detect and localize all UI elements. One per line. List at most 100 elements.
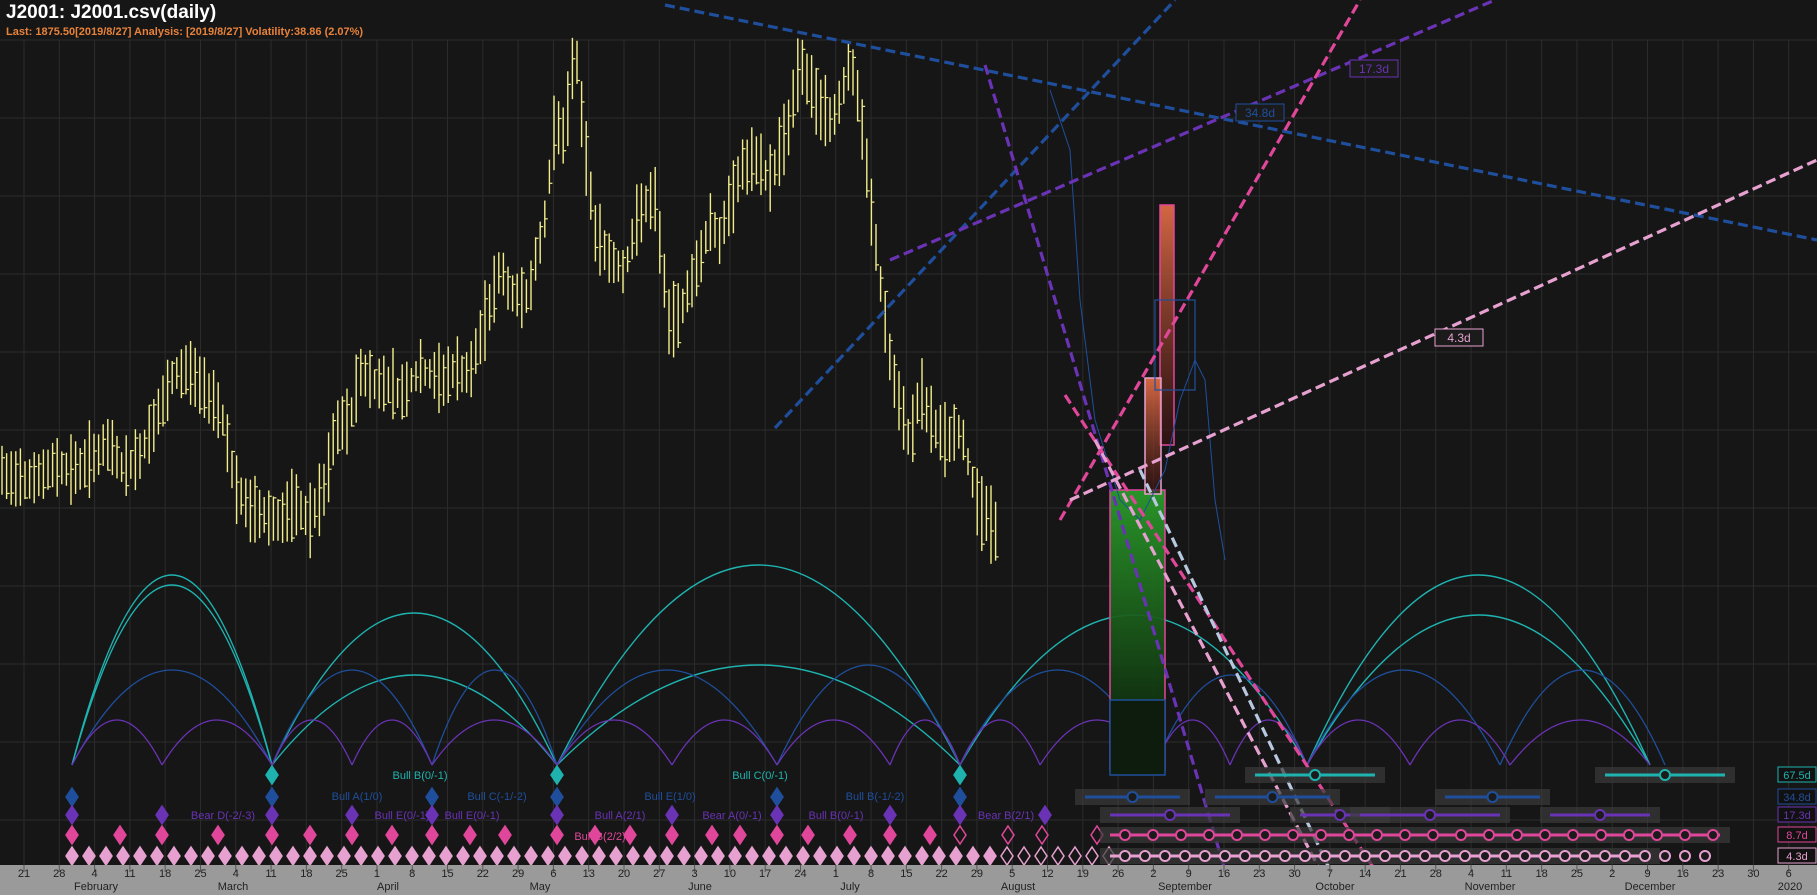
axis-day-label: 24 xyxy=(794,868,806,880)
cycle-diamond xyxy=(345,804,359,826)
cycle-diamond xyxy=(133,845,147,867)
axis-day-label: 30 xyxy=(1747,868,1759,880)
lane-node xyxy=(1231,829,1243,841)
cycle-diamond xyxy=(830,845,844,867)
cycle-diamond xyxy=(770,804,784,826)
lane-node xyxy=(1511,829,1523,841)
lane-node xyxy=(1119,850,1131,862)
cycle-label: Bull B(0/-1) xyxy=(392,770,447,782)
cycle-diamond xyxy=(1085,845,1099,867)
lane-node xyxy=(1599,850,1611,862)
cycle-diamond xyxy=(623,824,637,846)
price-chart-canvas[interactable]: 17.3d 34.8d 4.3d 67.5d 34.8d 17.3d 8.7d 4.3d B… xyxy=(0,0,1817,895)
chart-window: J2001: J2001.csv(daily) Last: 1875.50[20… xyxy=(0,0,1817,895)
cycle-diamond xyxy=(953,786,967,808)
cycle-diamond xyxy=(728,845,742,867)
cycle-diamond xyxy=(113,824,127,846)
lane-node xyxy=(1287,829,1299,841)
lane-node xyxy=(1379,850,1391,862)
axis-month-label: April xyxy=(377,881,399,893)
cycle-diamond xyxy=(425,824,439,846)
cycle-diamond xyxy=(354,845,368,867)
cycle-diamond xyxy=(953,764,967,786)
cycle-diamond xyxy=(265,786,279,808)
cycle-diamond xyxy=(953,804,967,826)
cycle-label: Bull B(0/-1) xyxy=(808,810,863,822)
lane-node xyxy=(1559,850,1571,862)
lane-node xyxy=(1427,829,1439,841)
cycle-arc xyxy=(556,664,961,766)
cycle-diamond xyxy=(345,824,359,846)
cycle-label: Bear A(0/-1) xyxy=(702,810,761,822)
axis-month-label: July xyxy=(840,881,860,893)
cycle-diamond xyxy=(983,845,997,867)
axis-month-label: February xyxy=(74,881,119,893)
cycle-diamond xyxy=(524,845,538,867)
cycle-diamond xyxy=(770,786,784,808)
lane-node xyxy=(1266,791,1279,803)
cycle-diamond xyxy=(235,845,249,867)
axis-day-label: 16 xyxy=(1677,868,1689,880)
cycle-diamond xyxy=(733,824,747,846)
cycle-diamond xyxy=(155,824,169,846)
axis-day-label: 8 xyxy=(868,868,874,880)
lane-node xyxy=(1279,850,1291,862)
lane-period-label: 4.3d xyxy=(1786,851,1807,863)
axis-day-label: 4 xyxy=(233,868,239,880)
axis-day-label: 18 xyxy=(1536,868,1548,880)
cycle-arc xyxy=(556,669,778,766)
axis-day-label: 7 xyxy=(1327,868,1333,880)
lane-node xyxy=(1159,850,1171,862)
cycle-diamond xyxy=(665,824,679,846)
axis-day-label: 6 xyxy=(1786,868,1792,880)
cycle-diamond xyxy=(167,845,181,867)
cycle-diamond xyxy=(550,824,564,846)
axis-day-label: 18 xyxy=(300,868,312,880)
cycle-diamond xyxy=(575,845,589,867)
lane-node xyxy=(1359,850,1371,862)
cycle-diamond xyxy=(422,845,436,867)
axis-day-label: 2 xyxy=(1609,868,1615,880)
axis-day-label: 20 xyxy=(618,868,630,880)
lane-node xyxy=(1594,809,1606,821)
cycle-diamond xyxy=(211,824,225,846)
axis-day-label: 11 xyxy=(124,868,135,880)
cycle-diamond xyxy=(665,804,679,826)
cycle-lanes: 67.5d 34.8d 17.3d 8.7d 4.3d xyxy=(1075,766,1817,864)
trend-line-purple-rising xyxy=(889,0,1496,262)
cycle-diamond xyxy=(265,824,279,846)
cycle-diamond xyxy=(550,804,564,826)
cycle-diamond xyxy=(371,845,385,867)
axis-day-label: 10 xyxy=(724,868,736,880)
lane-period-label: 34.8d xyxy=(1783,792,1811,804)
cycle-arc xyxy=(271,669,433,766)
axis-day-label: 25 xyxy=(194,868,206,880)
lane-node xyxy=(1639,850,1651,862)
cycle-arc xyxy=(776,664,961,766)
lane-node xyxy=(1707,829,1719,841)
lane-node xyxy=(1699,850,1711,862)
cycle-diamond xyxy=(1035,824,1049,846)
axis-day-label: 9 xyxy=(1644,868,1650,880)
cycle-diamond xyxy=(677,845,691,867)
cycle-diamond xyxy=(337,845,351,867)
lane-node xyxy=(1623,829,1635,841)
cycle-diamond xyxy=(694,845,708,867)
lane-node xyxy=(1199,850,1211,862)
cycle-label: Bull E(0/-1) xyxy=(374,810,429,822)
cycle-diamond xyxy=(609,845,623,867)
axis-day-label: 25 xyxy=(336,868,348,880)
cycle-diamond xyxy=(150,845,164,867)
axis-day-label: 17 xyxy=(759,868,771,880)
cycle-label: Bear B(2/1) xyxy=(978,810,1034,822)
lane-node xyxy=(1139,850,1151,862)
lane-node xyxy=(1619,850,1631,862)
cycle-diamond xyxy=(320,845,334,867)
cycle-label: Bull C(0/-1) xyxy=(732,770,788,782)
lane-node xyxy=(1579,850,1591,862)
axis-month-label: June xyxy=(688,881,712,893)
lane-node xyxy=(1659,769,1671,781)
lane-node xyxy=(1175,829,1187,841)
cycle-diamond xyxy=(864,845,878,867)
lane-node xyxy=(1539,829,1551,841)
